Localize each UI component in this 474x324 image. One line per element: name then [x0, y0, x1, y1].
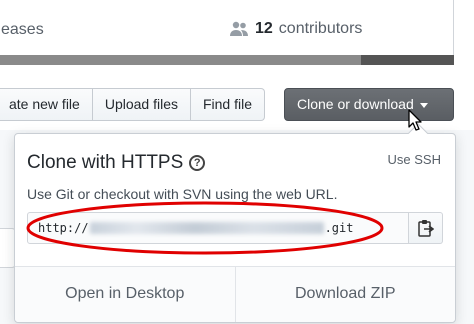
caret-down-icon — [419, 102, 428, 108]
language-bar-segment-primary — [0, 55, 361, 65]
upload-files-button[interactable]: Upload files — [92, 88, 191, 121]
clone-url-input[interactable]: http:// .git — [27, 212, 409, 244]
contributors-label: contributors — [278, 20, 363, 37]
create-new-file-button[interactable]: ate new file — [0, 88, 93, 121]
repo-summary-bar: eases 12 contributors — [0, 0, 454, 58]
url-prefix: http:// — [38, 221, 89, 235]
question-circle-icon[interactable]: ? — [189, 155, 206, 171]
clone-popover-footer: Open in Desktop Download ZIP — [15, 266, 455, 322]
contributors-link[interactable]: 12 contributors — [229, 20, 362, 38]
clone-popover: Clone with HTTPS ? Use SSH Use Git or ch… — [14, 123, 456, 323]
file-toolbar: ate new file Upload files Find file — [0, 88, 266, 121]
releases-link[interactable]: eases — [1, 21, 44, 39]
clone-description: Use Git or checkout with SVN using the w… — [27, 186, 338, 202]
clone-or-download-button[interactable]: Clone or download — [284, 88, 454, 121]
repo-page: eases 12 contributors ate new file Uploa… — [0, 0, 474, 324]
download-zip-button[interactable]: Download ZIP — [234, 267, 456, 322]
people-icon — [230, 21, 248, 36]
mouse-cursor-icon — [408, 109, 422, 131]
contributors-count: 12 — [255, 20, 273, 37]
url-suffix: .git — [324, 221, 354, 235]
clone-title: Clone with HTTPS ? — [27, 152, 206, 174]
url-redacted-region — [89, 222, 324, 234]
open-in-desktop-button[interactable]: Open in Desktop — [15, 267, 235, 322]
clone-or-download-label: Clone or download — [297, 96, 414, 112]
find-file-button[interactable]: Find file — [190, 88, 266, 121]
use-ssh-link[interactable]: Use SSH — [388, 152, 441, 167]
language-bar-segment-secondary — [361, 55, 454, 65]
clipboard-icon — [417, 220, 434, 237]
clone-url-group: http:// .git — [27, 212, 443, 244]
language-bar[interactable] — [0, 55, 454, 65]
copy-url-button[interactable] — [409, 212, 443, 244]
clone-title-text: Clone with HTTPS — [27, 152, 184, 173]
